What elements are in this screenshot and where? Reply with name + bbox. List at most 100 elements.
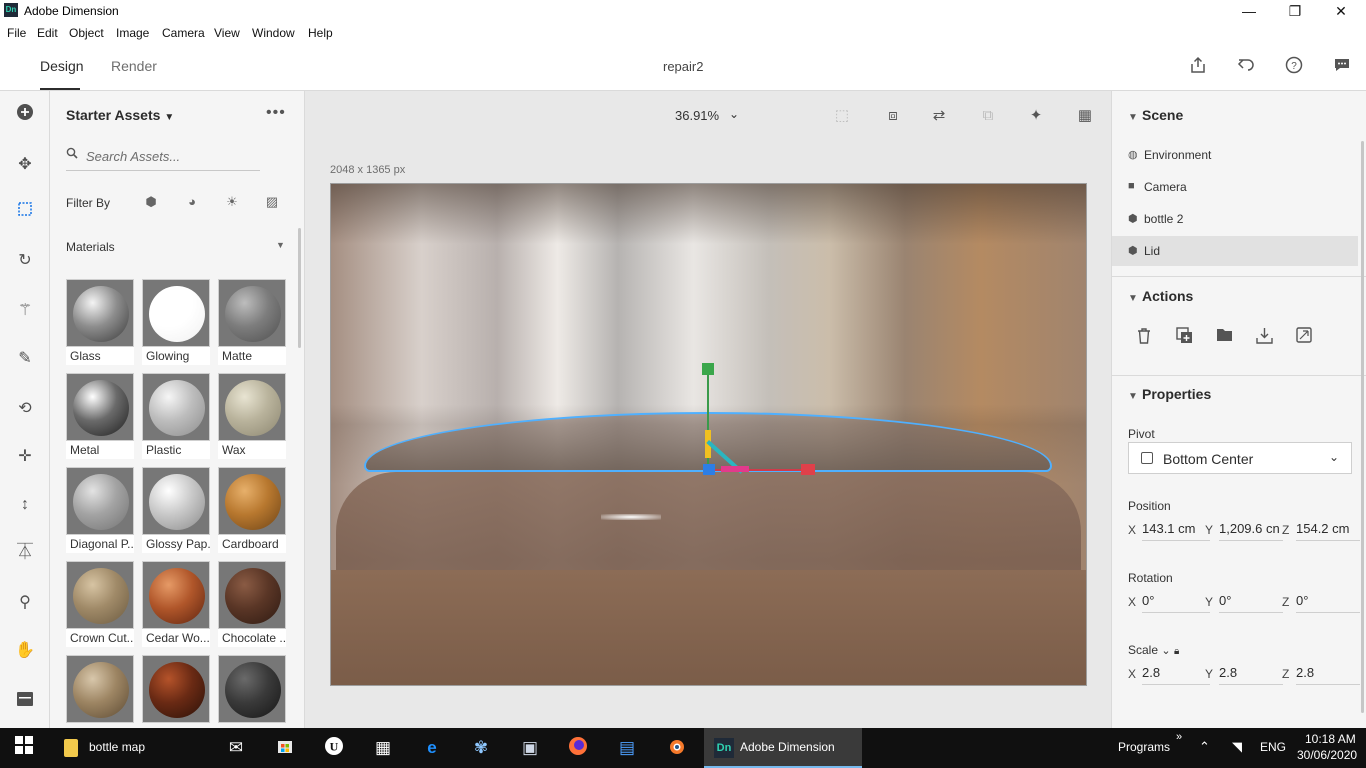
drop-to-ground-icon[interactable]: ⧈ — [882, 105, 904, 127]
chevron-double-right-icon[interactable]: » — [1176, 731, 1182, 743]
material-tile[interactable]: Chocolate ... — [218, 561, 286, 647]
menu-image[interactable]: Image — [116, 26, 149, 40]
tab-design[interactable]: Design — [40, 58, 84, 74]
rotate-camera-icon[interactable]: ⟲ — [13, 397, 37, 421]
menu-file[interactable]: File — [7, 26, 26, 40]
properties-header[interactable]: ▼ Properties — [1128, 386, 1211, 402]
3d-viewport[interactable] — [330, 183, 1087, 686]
paint-3d-icon[interactable]: ✾ — [469, 736, 493, 760]
wifi-icon[interactable]: ◥ — [1232, 739, 1242, 755]
dolly-icon[interactable]: ↕ — [13, 493, 37, 517]
photos-icon[interactable]: ▣ — [518, 736, 542, 760]
taskbar-adobe-dimension[interactable]: Dn Adobe Dimension — [704, 728, 862, 768]
close-button[interactable]: ✕ — [1318, 0, 1364, 22]
horizon-icon[interactable]: ⏄ — [13, 541, 37, 565]
filter-models-icon[interactable]: ⬢ — [142, 193, 160, 211]
feedback-icon[interactable] — [1331, 56, 1353, 78]
scale-label[interactable]: Scale ⌄ 🔒︎ — [1128, 643, 1179, 657]
maximize-button[interactable]: ❐ — [1272, 0, 1318, 22]
frame-selection-icon[interactable]: ⬚ — [831, 105, 853, 127]
scene-item[interactable]: ⬢ bottle 2 — [1112, 204, 1358, 234]
language-indicator[interactable]: ENG — [1260, 740, 1286, 754]
magic-wand-icon[interactable]: ⚚ — [13, 299, 37, 323]
group-folder-icon[interactable] — [1214, 327, 1234, 347]
marquee-select-icon[interactable] — [13, 201, 37, 225]
filter-materials-icon[interactable]: ◕ — [183, 193, 201, 211]
lock-icon[interactable]: 🔒︎ — [1174, 646, 1179, 657]
position-y-field[interactable]: 1,209.6 cn — [1219, 519, 1283, 541]
material-tile[interactable]: Diagonal P... — [66, 467, 134, 553]
scene-header[interactable]: ▼ Scene — [1128, 107, 1183, 123]
menu-object[interactable]: Object — [69, 26, 104, 40]
menu-camera[interactable]: Camera — [162, 26, 205, 40]
rotation-x-field[interactable]: 0° — [1142, 591, 1210, 613]
search-input[interactable] — [86, 146, 256, 166]
assets-scrollbar[interactable] — [298, 228, 301, 348]
material-tile[interactable]: Plastic — [142, 373, 210, 459]
position-x-field[interactable]: 143.1 cm — [1142, 519, 1210, 541]
clock-date[interactable]: 30/06/2020 — [1297, 748, 1357, 762]
material-tile[interactable]: Cedar Wo... — [142, 561, 210, 647]
gizmo-y-handle[interactable] — [702, 363, 714, 375]
minimize-button[interactable]: — — [1226, 0, 1272, 22]
pivot-dropdown[interactable]: Bottom Center ⌄ — [1128, 442, 1352, 474]
more-options-icon[interactable]: ••• — [266, 104, 286, 122]
scene-item[interactable]: ⬢ Lid — [1112, 236, 1358, 266]
align-icon[interactable]: ⇄ — [928, 105, 950, 127]
tab-render[interactable]: Render — [111, 58, 157, 74]
delete-icon[interactable] — [1134, 327, 1154, 347]
gizmo-xz-plane[interactable] — [721, 466, 749, 472]
rotation-z-field[interactable]: 0° — [1296, 591, 1360, 613]
material-tile[interactable]: Matte — [218, 279, 286, 365]
material-tile[interactable]: Wax — [218, 373, 286, 459]
zoom-dropdown-icon[interactable]: ⌄ — [729, 107, 739, 121]
pan-camera-icon[interactable]: ✛ — [13, 445, 37, 469]
filter-images-icon[interactable]: ▨ — [263, 193, 281, 211]
store-icon[interactable] — [273, 736, 297, 760]
render-preview-icon[interactable]: ▦ — [1074, 105, 1096, 127]
bookmark-view-icon[interactable]: ✦ — [1025, 105, 1047, 127]
taskbar-folder-bottle-map[interactable]: bottle map — [56, 728, 216, 768]
orbit-icon[interactable]: ↻ — [13, 249, 37, 273]
menu-edit[interactable]: Edit — [37, 26, 58, 40]
material-tile[interactable] — [218, 655, 286, 728]
scale-y-field[interactable]: 2.8 — [1219, 663, 1283, 685]
remote-desktop-icon[interactable]: ▤ — [615, 736, 639, 760]
panel-toggle-icon[interactable] — [13, 691, 37, 715]
material-tile[interactable]: Glossy Pap... — [142, 467, 210, 553]
blender-icon[interactable] — [664, 736, 688, 760]
chevron-up-icon[interactable]: ⌃ — [1199, 739, 1210, 755]
material-tile[interactable] — [142, 655, 210, 728]
windows-start-icon[interactable] — [12, 736, 36, 760]
undo-icon[interactable] — [1235, 56, 1257, 78]
actions-header[interactable]: ▼ Actions — [1128, 288, 1193, 304]
programs-toolbar-label[interactable]: Programs — [1118, 740, 1170, 754]
menu-view[interactable]: View — [214, 26, 240, 40]
scene-item[interactable]: ◍ Environment — [1112, 140, 1358, 170]
material-tile[interactable] — [66, 655, 134, 728]
rotation-y-field[interactable]: 0° — [1219, 591, 1283, 613]
material-tile[interactable]: Cardboard — [218, 467, 286, 553]
assets-header[interactable]: Starter Assets ▼ — [66, 107, 174, 123]
position-z-field[interactable]: 154.2 cm — [1296, 519, 1360, 541]
hand-icon[interactable]: ✋ — [13, 639, 37, 663]
material-tile[interactable]: Glass — [66, 279, 134, 365]
gizmo-origin[interactable] — [703, 464, 715, 475]
add-icon[interactable] — [13, 103, 37, 127]
edge-browser-icon[interactable]: e — [420, 736, 444, 760]
unreal-engine-icon[interactable]: U — [322, 736, 346, 760]
gizmo-x-handle[interactable] — [801, 464, 815, 475]
firefox-icon[interactable] — [566, 736, 590, 760]
clock-time[interactable]: 10:18 AM — [1305, 732, 1356, 746]
material-tile[interactable]: Crown Cut... — [66, 561, 134, 647]
export-selected-icon[interactable] — [1294, 327, 1314, 347]
menu-window[interactable]: Window — [252, 26, 295, 40]
zoom-icon[interactable]: ⚲ — [13, 591, 37, 615]
duplicate-icon[interactable] — [1174, 327, 1194, 347]
properties-scrollbar[interactable] — [1361, 141, 1364, 713]
menu-help[interactable]: Help — [308, 26, 333, 40]
share-icon[interactable] — [1187, 56, 1209, 78]
calendar-icon[interactable]: ▦ — [371, 736, 395, 760]
help-icon[interactable]: ? — [1283, 56, 1305, 78]
sampler-icon[interactable]: ✎ — [13, 347, 37, 371]
